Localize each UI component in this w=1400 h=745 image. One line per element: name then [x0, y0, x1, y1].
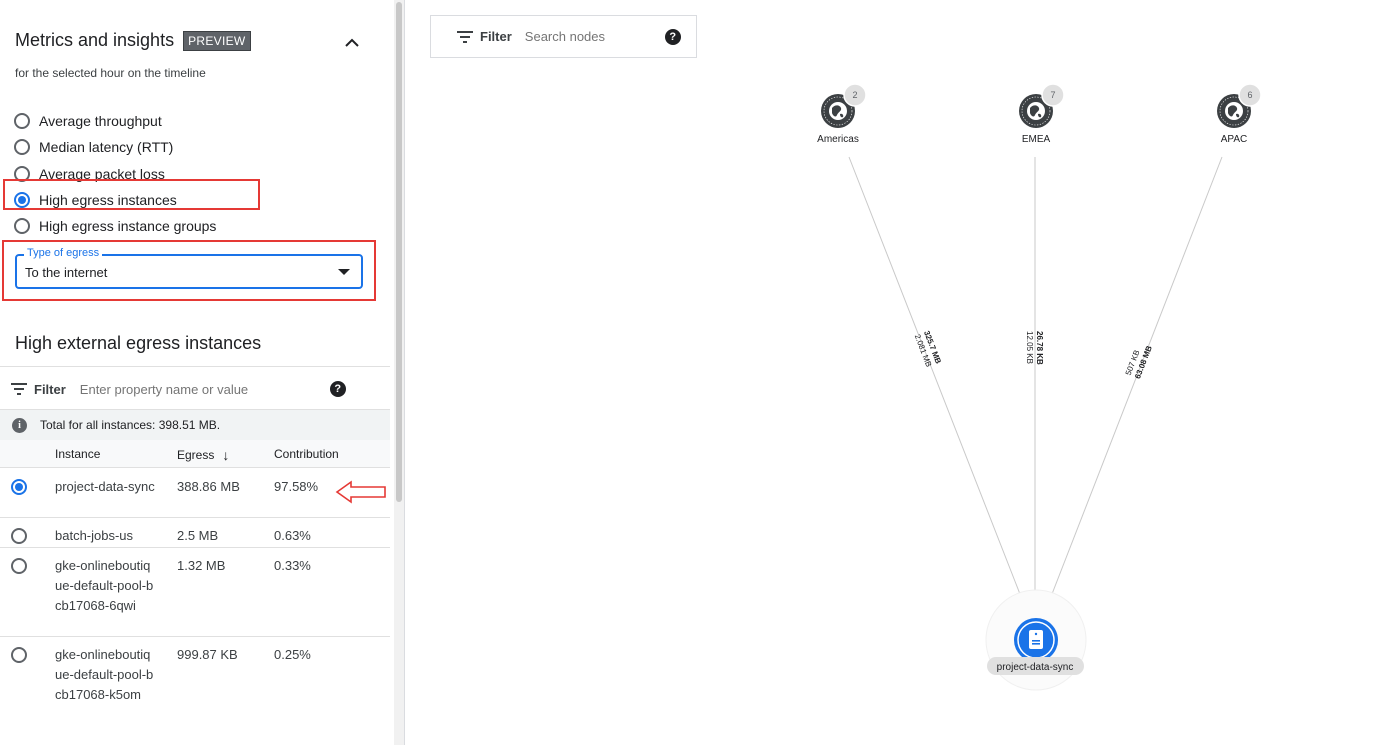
panel-title: Metrics and insights	[15, 30, 175, 50]
instance-egress: 999.87 KB	[177, 647, 238, 662]
column-header-egress-label: Egress	[177, 448, 215, 462]
search-nodes-input[interactable]	[524, 29, 665, 44]
instance-node-project-data-sync[interactable]: project-data-sync	[985, 589, 1087, 691]
instance-name: project-data-sync	[55, 479, 155, 494]
total-info-bar: i Total for all instances: 398.51 MB.	[0, 410, 390, 440]
radio-button[interactable]	[14, 218, 30, 235]
metric-option-label: Median latency (RTT)	[39, 139, 174, 156]
svg-text:12.05 KB: 12.05 KB	[1025, 331, 1034, 364]
metric-option-high-egress-instance-groups[interactable]: High egress instance groups	[14, 213, 216, 239]
table-row[interactable]: gke-onlineboutique-default-pool-bcb17068…	[0, 637, 390, 745]
app-root: Metrics and insights PREVIEW for the sel…	[0, 0, 1400, 745]
filter-input[interactable]	[79, 381, 330, 397]
radio-button[interactable]	[14, 113, 30, 130]
instance-egress: 388.86 MB	[177, 479, 240, 494]
section-title: High external egress instances	[15, 333, 262, 353]
table-filter-bar: Filter ?	[11, 378, 381, 400]
left-arrow-annotation	[335, 480, 386, 504]
region-count: 7	[1050, 90, 1055, 100]
region-node-emea[interactable]: 7 EMEA	[1018, 83, 1065, 145]
filter-icon	[11, 383, 27, 395]
filter-label: Filter	[34, 381, 66, 397]
instance-contribution: 0.63%	[274, 528, 311, 543]
row-radio[interactable]	[11, 558, 27, 574]
metric-option-label: High egress instance groups	[39, 218, 217, 235]
filter-icon	[457, 30, 473, 43]
instance-egress: 1.32 MB	[177, 558, 226, 573]
help-icon[interactable]: ?	[329, 381, 346, 397]
region-name: EMEA	[1022, 134, 1051, 145]
metric-options: Average throughput Median latency (RTT) …	[14, 108, 216, 239]
svg-text:project-data-sync: project-data-sync	[997, 662, 1074, 673]
instance-contribution: 0.25%	[274, 647, 311, 662]
info-icon: i	[12, 417, 27, 433]
metric-option-median-latency[interactable]: Median latency (RTT)	[14, 134, 216, 160]
edge-label-light: 12.05 KB	[1025, 331, 1034, 364]
edge-label-emea: 26.78 KB 12.05 KB	[1025, 331, 1044, 365]
region-node-americas[interactable]: 2 Americas	[817, 83, 867, 145]
preview-badge: PREVIEW	[183, 30, 251, 51]
instance-contribution: 0.33%	[274, 558, 311, 573]
edge-label-bold: 26.78 KB	[1035, 331, 1044, 365]
topology-graph[interactable]: 325.7 MB 2.081 MB 26.78 KB 12.05 KB 507 …	[405, 60, 1400, 745]
svg-text:EMEA: EMEA	[1022, 134, 1051, 145]
filter-label: Filter	[480, 29, 512, 44]
metric-option-label: Average throughput	[39, 113, 162, 130]
row-radio[interactable]	[11, 528, 27, 544]
svg-text:Americas: Americas	[817, 134, 859, 145]
edge-label-apac: 507 KB 63.08 MB	[1124, 344, 1154, 380]
region-name: APAC	[1221, 134, 1248, 145]
compute-instance-icon	[1029, 630, 1043, 649]
egress-type-legend: Type of egress	[24, 247, 103, 259]
help-icon[interactable]: ?	[664, 28, 681, 45]
edge-label-americas: 325.7 MB 2.081 MB	[913, 329, 943, 368]
svg-text:26.78 KB: 26.78 KB	[1035, 331, 1044, 365]
radio-button[interactable]	[14, 139, 30, 156]
instance-contribution: 97.58%	[274, 479, 319, 494]
column-header-instance[interactable]: Instance	[55, 447, 100, 461]
edge-americas[interactable]	[848, 156, 1028, 613]
table-header: Instance Egress ↓ Contribution	[0, 440, 390, 468]
column-header-contribution[interactable]: Contribution	[274, 447, 339, 461]
instance-name: gke-onlineboutique-default-pool-bcb17068…	[55, 647, 154, 702]
sort-descending-icon: ↓	[222, 447, 230, 463]
collapse-button[interactable]	[338, 28, 366, 56]
row-radio[interactable]	[11, 647, 27, 663]
metrics-panel: Metrics and insights PREVIEW for the sel…	[0, 0, 390, 745]
region-count: 2	[852, 90, 857, 100]
egress-type-select[interactable]: Type of egress To the internet	[15, 247, 363, 289]
panel-header: Metrics and insights PREVIEW	[15, 30, 251, 51]
table-row[interactable]: project-data-sync 388.86 MB 97.58%	[0, 469, 390, 518]
svg-text:2: 2	[852, 90, 857, 100]
svg-text:7: 7	[1050, 90, 1055, 100]
region-count: 6	[1247, 90, 1252, 100]
region-name: Americas	[817, 134, 859, 145]
instance-egress: 2.5 MB	[177, 528, 219, 543]
row-radio-selected[interactable]	[11, 479, 27, 495]
graph-filter-bar: Filter ?	[430, 15, 697, 58]
instance-name: gke-onlineboutique-default-pool-bcb17068…	[55, 558, 154, 613]
egress-type-value: To the internet	[25, 265, 108, 280]
scrollbar-thumb[interactable]	[396, 2, 402, 502]
instance-node-label: project-data-sync	[997, 662, 1074, 673]
panel-subtitle: for the selected hour on the timeline	[15, 66, 206, 80]
table-row[interactable]: batch-jobs-us 2.5 MB 0.63%	[0, 518, 390, 548]
table-row[interactable]: gke-onlineboutique-default-pool-bcb17068…	[0, 548, 390, 637]
svg-text:APAC: APAC	[1221, 134, 1248, 145]
column-header-egress[interactable]: Egress ↓	[177, 447, 229, 463]
metric-option-average-throughput[interactable]: Average throughput	[14, 108, 216, 134]
instance-name: batch-jobs-us	[55, 528, 134, 543]
caret-down-icon	[338, 269, 350, 275]
edge-apac[interactable]	[1044, 156, 1223, 613]
total-text: Total for all instances: 398.51 MB.	[40, 418, 221, 432]
divider	[0, 366, 390, 367]
highlight-box	[3, 179, 260, 210]
svg-text:6: 6	[1247, 90, 1252, 100]
region-node-apac[interactable]: 6 APAC	[1216, 83, 1262, 145]
chevron-up-icon	[345, 38, 359, 47]
